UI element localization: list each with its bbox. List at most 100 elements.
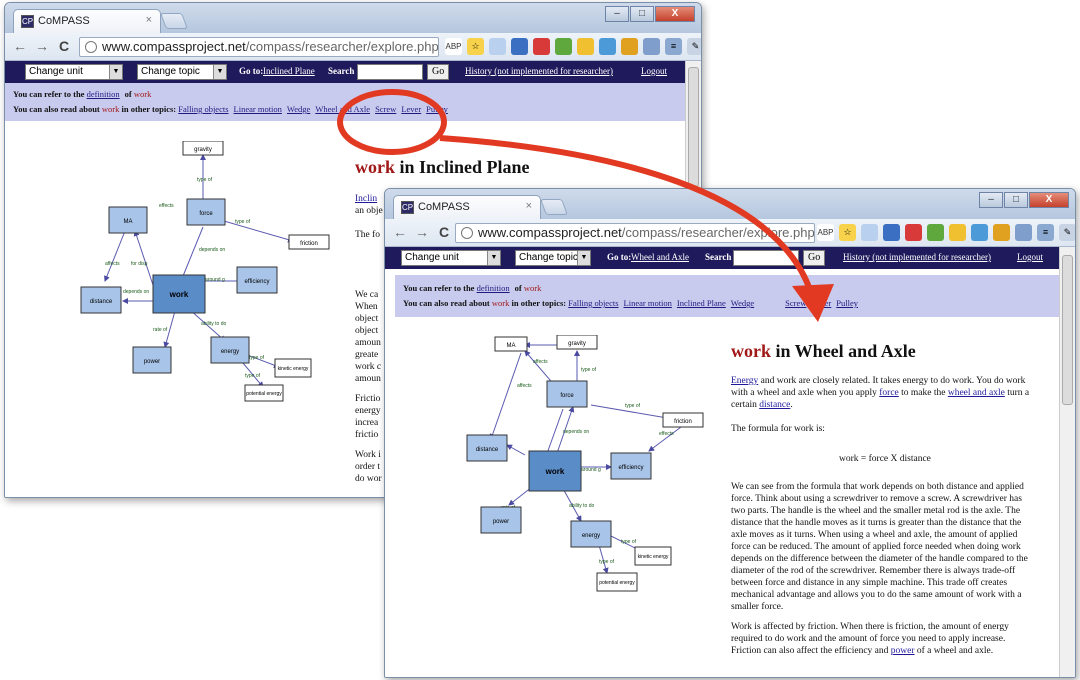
change-topic-select[interactable]: Change topic ▼	[515, 250, 591, 266]
star-icon[interactable]: ☆	[839, 224, 856, 241]
topic-link[interactable]: Inclined Plane	[677, 298, 726, 308]
vertical-scrollbar[interactable]	[1059, 247, 1075, 677]
power-link[interactable]: power	[891, 646, 915, 656]
change-unit-select[interactable]: Change unit ▼	[401, 250, 501, 266]
topic-link[interactable]: Falling objects	[568, 298, 618, 308]
minimize-button[interactable]: –	[605, 6, 629, 22]
back-arrow-icon[interactable]: ←	[393, 224, 407, 240]
logout-link[interactable]: Logout	[1017, 252, 1043, 262]
tab-close-icon[interactable]: ×	[526, 200, 532, 212]
go-button[interactable]: Go	[803, 250, 826, 266]
energy-link[interactable]: Energy	[731, 376, 758, 386]
wheel-axle-link[interactable]: wheel and axle	[948, 388, 1005, 398]
maximize-button[interactable]: □	[630, 6, 654, 22]
favicon-icon: CP	[21, 15, 34, 28]
svg-text:kinetic energy: kinetic energy	[638, 554, 669, 560]
scrollbar-thumb[interactable]	[688, 67, 699, 187]
close-button[interactable]: X	[1029, 192, 1069, 208]
topic-link[interactable]: Linear motion	[624, 298, 672, 308]
definition-link[interactable]: definition	[87, 89, 120, 99]
extension-icon[interactable]	[489, 38, 506, 55]
wrench-icon[interactable]: ✎	[687, 38, 701, 55]
definition-line: You can refer to the definition of work	[13, 89, 152, 99]
definition-line: You can refer to the definition of work	[403, 283, 542, 293]
edge-label: affects	[517, 383, 532, 389]
title-bar: CP CoMPASS × – □ X	[5, 3, 701, 33]
wrench-icon[interactable]: ✎	[1059, 224, 1075, 241]
new-tab-button[interactable]	[540, 199, 568, 215]
extension-icon[interactable]	[1015, 224, 1032, 241]
search-input[interactable]	[357, 64, 423, 80]
browser-tab[interactable]: CP CoMPASS ×	[13, 9, 161, 33]
topic-link[interactable]: Lever	[401, 104, 421, 114]
info-bar: You can refer to the definition of work Y…	[395, 275, 1059, 317]
star-icon[interactable]: ☆	[467, 38, 484, 55]
extension-icon[interactable]	[643, 38, 660, 55]
scrollbar-thumb[interactable]	[1062, 255, 1073, 405]
topic-link[interactable]: Screw	[375, 104, 396, 114]
logout-link[interactable]: Logout	[641, 66, 667, 76]
extension-icon[interactable]	[971, 224, 988, 241]
favicon-icon: CP	[401, 201, 414, 214]
goto-topic-link[interactable]: Wheel and Axle	[631, 252, 689, 262]
go-button[interactable]: Go	[427, 64, 450, 80]
extension-icon[interactable]	[949, 224, 966, 241]
topic-link[interactable]: Falling objects	[178, 104, 228, 114]
extension-icon[interactable]	[555, 38, 572, 55]
address-bar[interactable]: www.compassproject.net/compass/researche…	[455, 223, 815, 243]
browser-tab[interactable]: CP CoMPASS ×	[393, 195, 541, 219]
extension-icon[interactable]	[861, 224, 878, 241]
close-button[interactable]: X	[655, 6, 695, 22]
search-input[interactable]	[733, 250, 799, 266]
history-link[interactable]: History (not implemented for researcher)	[843, 252, 991, 262]
goto-label: Go to:	[239, 66, 264, 76]
topic-link[interactable]: Linear motion	[234, 104, 282, 114]
definition-link[interactable]: definition	[477, 283, 510, 293]
goto-topic-link[interactable]: Inclined Plane	[263, 66, 315, 76]
reload-icon[interactable]: C	[439, 224, 449, 240]
edge-label: type of	[235, 219, 251, 225]
extension-icon[interactable]	[511, 38, 528, 55]
forward-arrow-icon[interactable]: →	[415, 224, 429, 240]
back-arrow-icon[interactable]: ←	[13, 38, 27, 54]
minimize-button[interactable]: –	[979, 192, 1003, 208]
other-topics-line: You can also read about work in other to…	[403, 298, 858, 308]
edge-label: type of	[197, 177, 213, 183]
edge-label: around g	[205, 277, 225, 283]
extension-icon[interactable]	[883, 224, 900, 241]
topic-link[interactable]: Pulley	[836, 298, 858, 308]
page-icon	[461, 227, 473, 239]
extension-icon[interactable]	[927, 224, 944, 241]
change-topic-select[interactable]: Change topic ▼	[137, 64, 227, 80]
title-bar: CP CoMPASS × – □ X	[385, 189, 1075, 219]
topic-link[interactable]: Pulley	[426, 104, 448, 114]
extension-icon[interactable]	[577, 38, 594, 55]
forward-arrow-icon[interactable]: →	[35, 38, 49, 54]
topic-link[interactable]: Wedge	[287, 104, 310, 114]
topic-link[interactable]: Lever	[811, 298, 831, 308]
extension-icon[interactable]	[905, 224, 922, 241]
extension-icon[interactable]	[621, 38, 638, 55]
change-unit-select[interactable]: Change unit ▼	[25, 64, 123, 80]
extension-icon[interactable]	[993, 224, 1010, 241]
menu-icon[interactable]: ≡	[665, 38, 682, 55]
history-link[interactable]: History (not implemented for researcher)	[465, 66, 613, 76]
abp-icon[interactable]: ABP	[445, 38, 462, 55]
topic-link[interactable]: Wedge	[731, 298, 754, 308]
new-tab-button[interactable]	[160, 13, 188, 29]
extension-icon[interactable]	[599, 38, 616, 55]
address-bar[interactable]: www.compassproject.net/compass/researche…	[79, 37, 439, 57]
menu-icon[interactable]: ≡	[1037, 224, 1054, 241]
url-path-front: /compass/researcher/explore.php?	[621, 225, 815, 240]
topic-link[interactable]: Screw	[785, 298, 806, 308]
topic-link[interactable]: Wheel and Axle	[315, 104, 370, 114]
edge-label: ability to do	[201, 321, 227, 327]
extension-icon[interactable]	[533, 38, 550, 55]
maximize-button[interactable]: □	[1004, 192, 1028, 208]
distance-link[interactable]: distance	[759, 400, 790, 410]
goto-label: Go to:	[607, 252, 632, 262]
tab-close-icon[interactable]: ×	[146, 14, 152, 26]
force-link[interactable]: force	[879, 388, 899, 398]
abp-icon[interactable]: ABP	[817, 224, 834, 241]
reload-icon[interactable]: C	[59, 38, 69, 54]
